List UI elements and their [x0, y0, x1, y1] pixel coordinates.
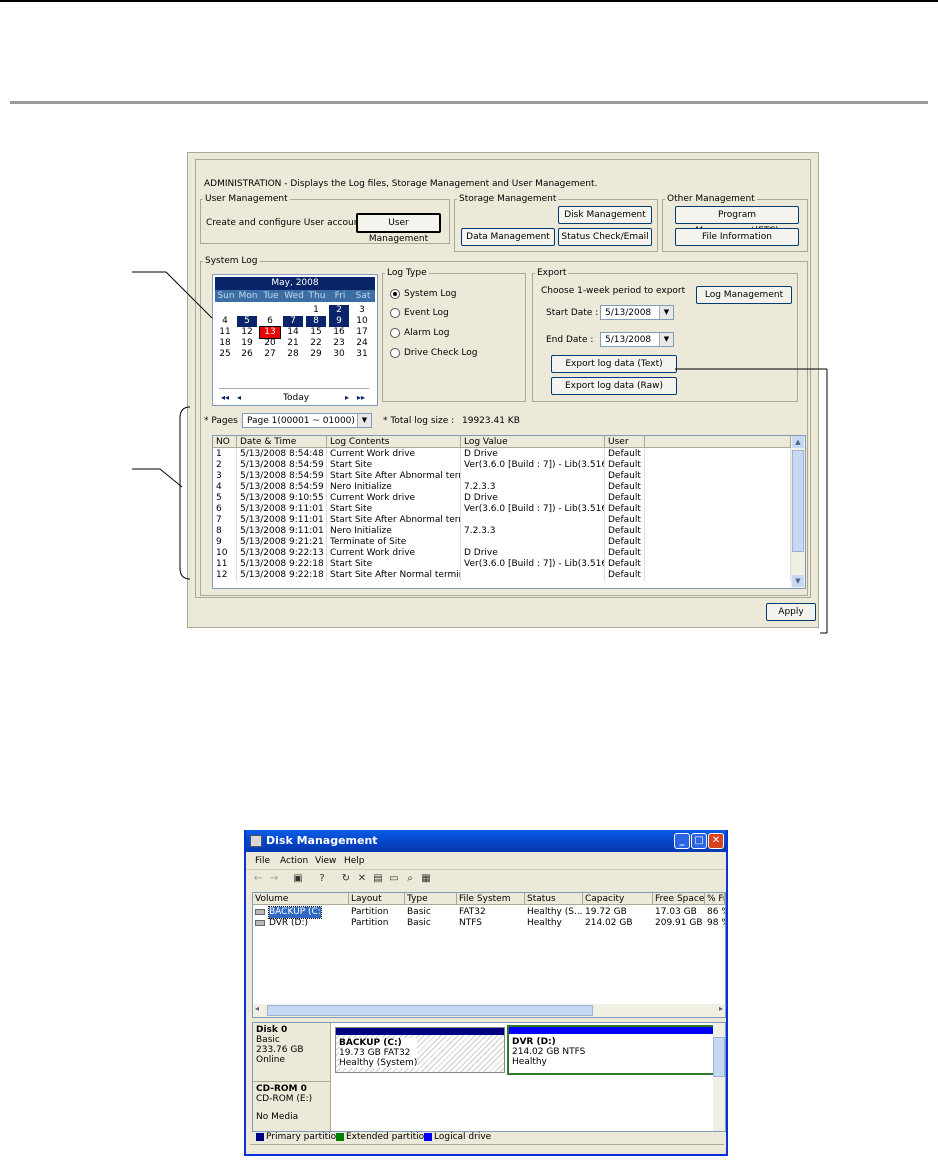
close-icon[interactable]: ✕ [708, 833, 724, 849]
volume-cell: 209.91 GB [655, 918, 703, 928]
primary-partition-bar [336, 1028, 504, 1035]
forward-icon[interactable]: → [268, 873, 280, 885]
disk0-name: Disk 0 [256, 1025, 288, 1035]
partition-dvr[interactable]: DVR (D:) 214.02 GB NTFS Healthy [507, 1025, 719, 1075]
menu-file[interactable]: File [255, 856, 270, 866]
open-icon[interactable]: ▭ [388, 873, 400, 885]
volume-cell: DVR (D:) [269, 918, 309, 928]
table-callout-diagonal [159, 468, 183, 488]
toolbar-divider [246, 869, 726, 870]
help-icon[interactable]: ? [316, 873, 328, 885]
column-header-volume[interactable]: Volume [253, 893, 349, 905]
disk0-size: 233.76 GB [256, 1045, 304, 1055]
volume-cell: 17.03 GB [655, 907, 697, 917]
volume-cell: Partition [351, 907, 389, 917]
partition-dvr-status: Healthy [512, 1057, 547, 1067]
volume-list: Volume Layout Type File System Status Ca… [252, 892, 726, 1018]
drive-icon [255, 920, 265, 926]
disk0-type: Basic [256, 1035, 280, 1045]
menu-view[interactable]: View [315, 856, 336, 866]
disk-management-window: Disk Management _ □ ✕ File Action View H… [244, 830, 728, 1156]
disk0-state: Online [256, 1055, 286, 1065]
primary-partition-swatch [256, 1133, 264, 1141]
volume-cell: Basic [407, 918, 431, 928]
minimize-icon[interactable]: _ [674, 833, 690, 849]
scroll-right-icon[interactable]: ▸ [719, 1004, 723, 1013]
delete-icon[interactable]: ✕ [356, 873, 368, 885]
disk-app-icon [250, 835, 262, 847]
legend-primary: Primary partition [266, 1132, 342, 1142]
partition-legend: Primary partition Extended partition Log… [252, 1131, 722, 1143]
console-icon[interactable]: ▣ [292, 873, 304, 885]
volume-list-hscrollbar[interactable]: ◂ ▸ [253, 1004, 725, 1017]
cdrom-info[interactable]: CD-ROM 0 CD-ROM (E:) No Media [253, 1081, 331, 1131]
refresh-icon[interactable]: ↻ [340, 873, 352, 885]
menu-help[interactable]: Help [344, 856, 365, 866]
column-header-type[interactable]: Type [405, 893, 457, 905]
properties-icon[interactable]: ▤ [372, 873, 384, 885]
volume-cell: BACKUP (C:) [268, 906, 322, 919]
partition-backup-detail: 19.73 GB FAT32 [339, 1048, 411, 1058]
maximize-icon[interactable]: □ [691, 833, 707, 849]
logical-drive-swatch [424, 1133, 432, 1141]
volume-row[interactable]: DVR (D:) Partition Basic NTFS Healthy 214.02 … [253, 918, 725, 929]
partition-backup-name: BACKUP (C:) [339, 1038, 402, 1048]
menu-action[interactable]: Action [280, 856, 308, 866]
disk0-info[interactable]: Disk 0 Basic 233.76 GB Online [253, 1023, 331, 1081]
partition-dvr-name: DVR (D:) [512, 1037, 556, 1047]
volume-cell: 86 % [707, 907, 725, 917]
logical-drive-bar [509, 1027, 717, 1034]
column-header-layout[interactable]: Layout [349, 893, 405, 905]
back-icon[interactable]: ← [252, 873, 264, 885]
legend-logical: Logical drive [434, 1132, 492, 1142]
column-header-filesystem[interactable]: File System [457, 893, 525, 905]
column-header-percent-free[interactable]: % Fr [705, 893, 725, 905]
volume-cell: Partition [351, 918, 389, 928]
disk-management-titlebar[interactable]: Disk Management _ □ ✕ [246, 830, 726, 852]
column-header-status[interactable]: Status [525, 893, 583, 905]
partition-dvr-detail: 214.02 GB NTFS [512, 1047, 586, 1057]
column-header-free-space[interactable]: Free Space [653, 893, 705, 905]
volume-cell: FAT32 [459, 907, 486, 917]
column-header-capacity[interactable]: Capacity [583, 893, 653, 905]
table-callout-bracket [179, 406, 191, 580]
volume-cell: 98 % [707, 918, 725, 928]
cdrom-name: CD-ROM 0 [256, 1084, 307, 1094]
volume-cell: Healthy [527, 918, 562, 928]
partition-backup-status: Healthy (System) [339, 1058, 418, 1068]
window-title: Disk Management [266, 834, 378, 847]
calendar-callout-diagonal [165, 271, 213, 319]
partition-backup[interactable]: BACKUP (C:) 19.73 GB FAT32 Healthy (Syst… [335, 1027, 505, 1073]
graph-scrollbar[interactable] [713, 1023, 725, 1131]
search-icon[interactable]: ⌕ [404, 873, 416, 885]
graph-scroll-thumb[interactable] [713, 1037, 725, 1077]
status-bar [250, 1144, 724, 1155]
scroll-left-icon[interactable]: ◂ [255, 1004, 259, 1013]
extended-partition-swatch [336, 1133, 344, 1141]
legend-extended: Extended partition [346, 1132, 430, 1142]
volume-cell: Healthy (S... [527, 907, 583, 917]
settings-icon[interactable]: ▦ [420, 873, 432, 885]
cdrom-drive: CD-ROM (E:) [256, 1094, 313, 1104]
volume-cell: 19.72 GB [585, 907, 627, 917]
volume-row[interactable]: BACKUP (C:) Partition Basic FAT32 Healthy (S… [253, 906, 725, 919]
cdrom-media: No Media [256, 1112, 299, 1122]
volume-cell: 214.02 GB [585, 918, 633, 928]
disk-graphical-view: Disk 0 Basic 233.76 GB Online BACKUP (C:… [252, 1022, 726, 1132]
hscroll-thumb[interactable] [267, 1005, 593, 1016]
volume-cell: Basic [407, 907, 431, 917]
volume-cell: NTFS [459, 918, 482, 928]
drive-icon [255, 909, 265, 915]
